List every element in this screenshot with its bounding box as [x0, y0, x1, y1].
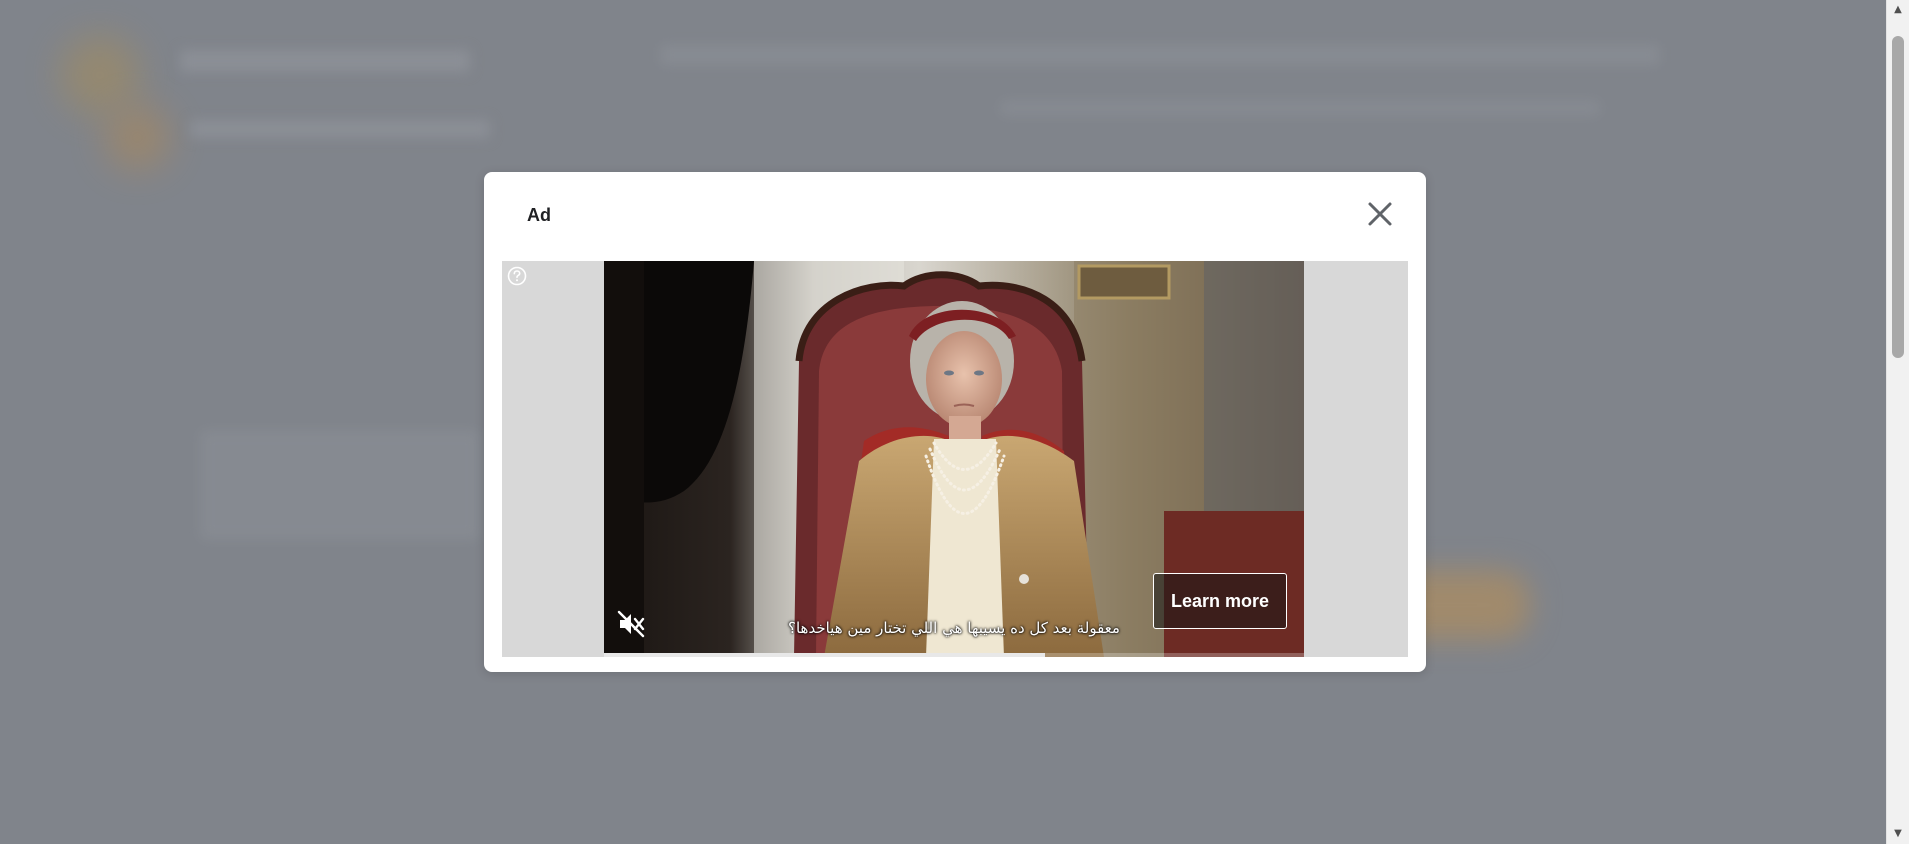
close-button[interactable]: [1364, 198, 1396, 230]
scroll-down-arrow-icon[interactable]: ▼: [1887, 826, 1909, 842]
background-logo: [60, 35, 140, 115]
scrollbar-thumb[interactable]: [1892, 36, 1904, 358]
background-header-text: [180, 50, 470, 72]
background-nav-secondary: [1000, 100, 1600, 116]
background-header-subtext: [190, 120, 490, 138]
close-icon: [1368, 202, 1392, 226]
ad-video[interactable]: معقولة بعد كل ده يسيبها هي اللي تختار مي…: [604, 261, 1304, 657]
ad-frame: معقولة بعد كل ده يسيبها هي اللي تختار مي…: [502, 261, 1408, 657]
background-logo-accent: [105, 105, 170, 170]
ad-modal: Ad معقولة بعد كل ده يسيبها هي اللي تختار…: [484, 172, 1426, 672]
scroll-up-arrow-icon[interactable]: ▲: [1887, 2, 1909, 18]
background-card: [200, 430, 480, 540]
page-scrollbar[interactable]: ▲ ▼: [1886, 0, 1909, 844]
video-progress-bar[interactable]: [604, 653, 1304, 657]
background-nav: [660, 45, 1660, 65]
question-circle-icon[interactable]: [507, 266, 527, 286]
video-progress-fill: [604, 653, 1045, 657]
learn-more-button[interactable]: Learn more: [1153, 573, 1287, 629]
modal-title: Ad: [527, 205, 551, 225]
